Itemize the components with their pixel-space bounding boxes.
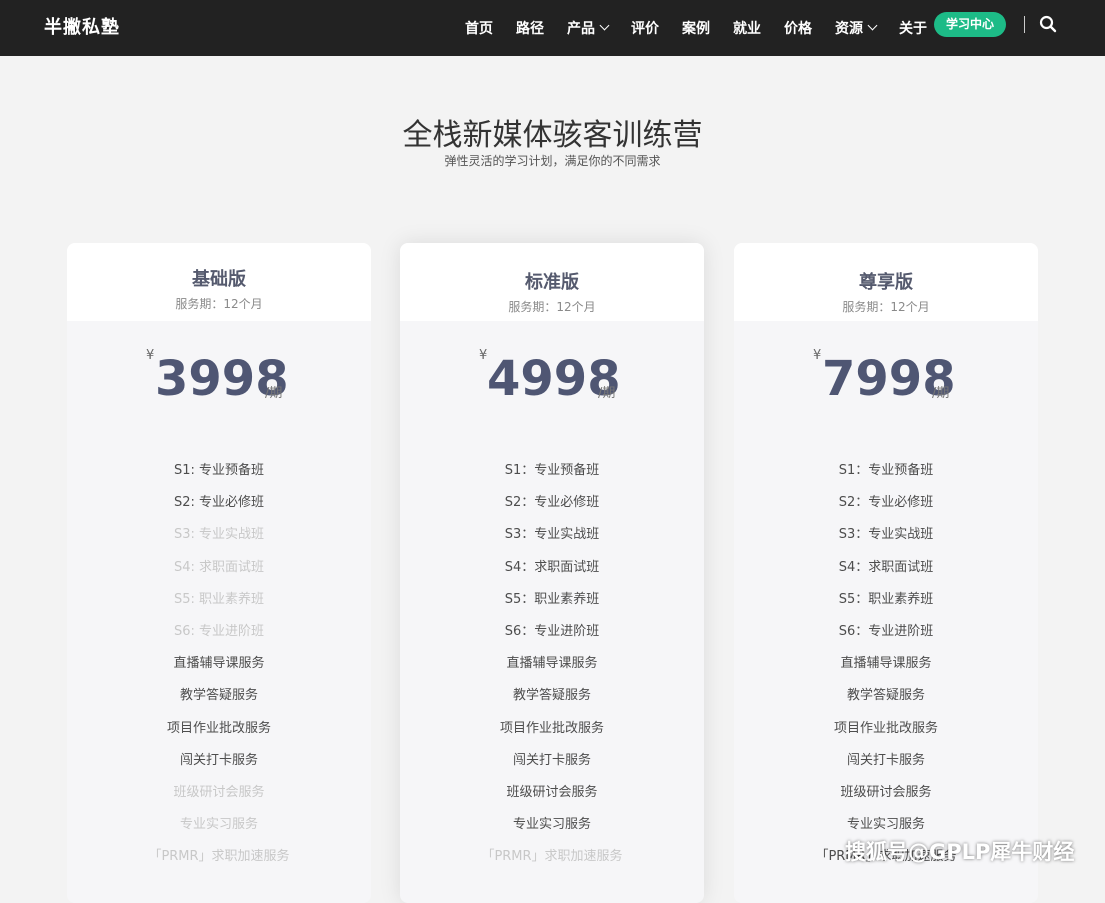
feature-item: S4: 求职面试班 <box>173 559 265 575</box>
price-block: ¥4998/期 <box>400 321 704 421</box>
feature-item: 班级研讨会服务 <box>506 784 598 800</box>
plan-name: 标准版 <box>525 272 579 293</box>
nav-item-label: 价格 <box>784 21 812 37</box>
nav-item-label: 资源 <box>835 21 863 37</box>
top-navbar: 半撇私塾 首页 路径 产品 评价 案例 就业 价格 资源 关于 学习中心 <box>0 0 1105 56</box>
feature-item: 教学答疑服务 <box>179 688 258 704</box>
pricing-card: 基础版 服务期：12个月 ¥3998/期 S1: 专业预备班 S2: 专业必修班 S3: … <box>67 243 371 903</box>
price-period-unit: /期 <box>598 386 616 401</box>
learning-center-button[interactable]: 学习中心 <box>934 12 1006 37</box>
nav-item-label: 案例 <box>682 21 710 37</box>
feature-item: S6: 专业进阶班 <box>173 623 265 639</box>
feature-item: 「PRMR」求职加速服务 <box>148 849 290 865</box>
feature-list: S1：专业预备班 S2：专业必修班 S3：专业实战班 S4：求职面试班 S5：职业素养班… <box>734 463 1038 881</box>
feature-item: S5: 职业素养班 <box>173 591 265 607</box>
pricing-card: 尊享版 服务期：12个月 ¥7998/期 S1：专业预备班 S2：专业必修班 S3：专业实… <box>734 243 1038 903</box>
feature-item: 「PRMR」求职加速服务 <box>481 849 623 865</box>
price-block: ¥3998/期 <box>67 321 371 421</box>
pricing-card-header: 标准版服务期：12个月 <box>400 243 704 321</box>
feature-item: S2：专业必修班 <box>504 495 600 511</box>
feature-item: 项目作业批改服务 <box>833 720 938 736</box>
price-period-unit: /期 <box>932 386 950 401</box>
site-logo[interactable]: 半撇私塾 <box>44 13 120 39</box>
feature-item: 项目作业批改服务 <box>166 720 271 736</box>
feature-item: S4：求职面试班 <box>838 559 934 575</box>
main-nav: 首页 路径 产品 评价 案例 就业 价格 资源 关于 <box>452 0 937 56</box>
currency-symbol: ¥ <box>146 348 155 363</box>
plan-name: 尊享版 <box>859 272 913 293</box>
chevron-down-icon <box>599 20 610 30</box>
feature-item: 班级研讨会服务 <box>173 784 265 800</box>
plan-period: 服务期：12个月 <box>508 300 596 314</box>
feature-item: S4：求职面试班 <box>504 559 600 575</box>
nav-item[interactable]: 就业 <box>733 18 761 38</box>
nav-divider <box>1024 16 1025 33</box>
plan-period: 服务期：12个月 <box>842 300 930 314</box>
nav-item-label: 路径 <box>516 21 544 37</box>
feature-list: S1: 专业预备班 S2: 专业必修班 S3: 专业实战班 S4: 求职面试班 S5: … <box>67 463 371 881</box>
nav-item[interactable]: 首页 <box>465 18 493 38</box>
feature-item: 直播辅导课服务 <box>840 656 932 672</box>
nav-item[interactable]: 价格 <box>784 18 812 38</box>
feature-item: 项目作业批改服务 <box>499 720 604 736</box>
feature-item: 直播辅导课服务 <box>506 656 598 672</box>
currency-symbol: ¥ <box>813 348 822 363</box>
chevron-down-icon <box>867 20 878 30</box>
feature-item: S3：专业实战班 <box>504 527 600 543</box>
plan-name: 基础版 <box>192 269 246 290</box>
feature-item: 闯关打卡服务 <box>846 752 925 768</box>
feature-item: S5：职业素养班 <box>504 591 600 607</box>
feature-item: 教学答疑服务 <box>846 688 925 704</box>
nav-item[interactable]: 路径 <box>516 18 544 38</box>
watermark: 搜狐号@GPLP犀牛财经 <box>845 840 1075 864</box>
feature-item: S1: 专业预备班 <box>173 463 265 478</box>
feature-item: S1：专业预备班 <box>504 463 600 478</box>
page-subtitle: 弹性灵活的学习计划，满足你的不同需求 <box>444 154 661 168</box>
page-title: 全栈新媒体骇客训练营 <box>402 118 703 153</box>
nav-item[interactable]: 评价 <box>631 18 659 38</box>
feature-item: 班级研讨会服务 <box>840 784 932 800</box>
nav-item-label: 首页 <box>465 21 493 37</box>
feature-item: 教学答疑服务 <box>512 688 591 704</box>
feature-item: 专业实习服务 <box>179 817 258 833</box>
feature-item: S5：职业素养班 <box>838 591 934 607</box>
price-period-unit: /期 <box>265 386 283 401</box>
nav-item-label: 评价 <box>631 21 659 37</box>
nav-item-label: 关于 <box>899 21 927 37</box>
feature-item: S3: 专业实战班 <box>173 527 265 543</box>
feature-item: S1：专业预备班 <box>838 463 934 478</box>
plan-period: 服务期：12个月 <box>175 297 263 311</box>
nav-item[interactable]: 资源 <box>835 18 878 38</box>
feature-item: 专业实习服务 <box>512 817 591 833</box>
feature-item: S2：专业必修班 <box>838 495 934 511</box>
nav-item[interactable]: 产品 <box>567 18 610 38</box>
pricing-card-header: 尊享版服务期：12个月 <box>734 243 1038 321</box>
feature-item: 闯关打卡服务 <box>179 752 258 768</box>
pricing-card: 标准版 服务期：12个月 ¥4998/期 S1：专业预备班 S2：专业必修班 S3：专业实… <box>400 243 704 903</box>
search-icon[interactable] <box>1039 15 1057 33</box>
feature-item: S3：专业实战班 <box>838 527 934 543</box>
nav-item-label: 产品 <box>567 21 595 37</box>
feature-item: 闯关打卡服务 <box>512 752 591 768</box>
price-block: ¥7998/期 <box>734 321 1038 421</box>
feature-item: S6：专业进阶班 <box>838 623 934 639</box>
feature-list: S1：专业预备班 S2：专业必修班 S3：专业实战班 S4：求职面试班 S5：职业素养班… <box>400 463 704 881</box>
nav-item-label: 就业 <box>733 21 761 37</box>
feature-item: S6：专业进阶班 <box>504 623 600 639</box>
nav-item[interactable]: 关于 <box>899 18 927 38</box>
feature-item: 直播辅导课服务 <box>173 656 265 672</box>
nav-item[interactable]: 案例 <box>682 18 710 38</box>
pricing-card-header: 基础版服务期：12个月 <box>67 243 371 321</box>
feature-item: S2: 专业必修班 <box>173 495 265 511</box>
